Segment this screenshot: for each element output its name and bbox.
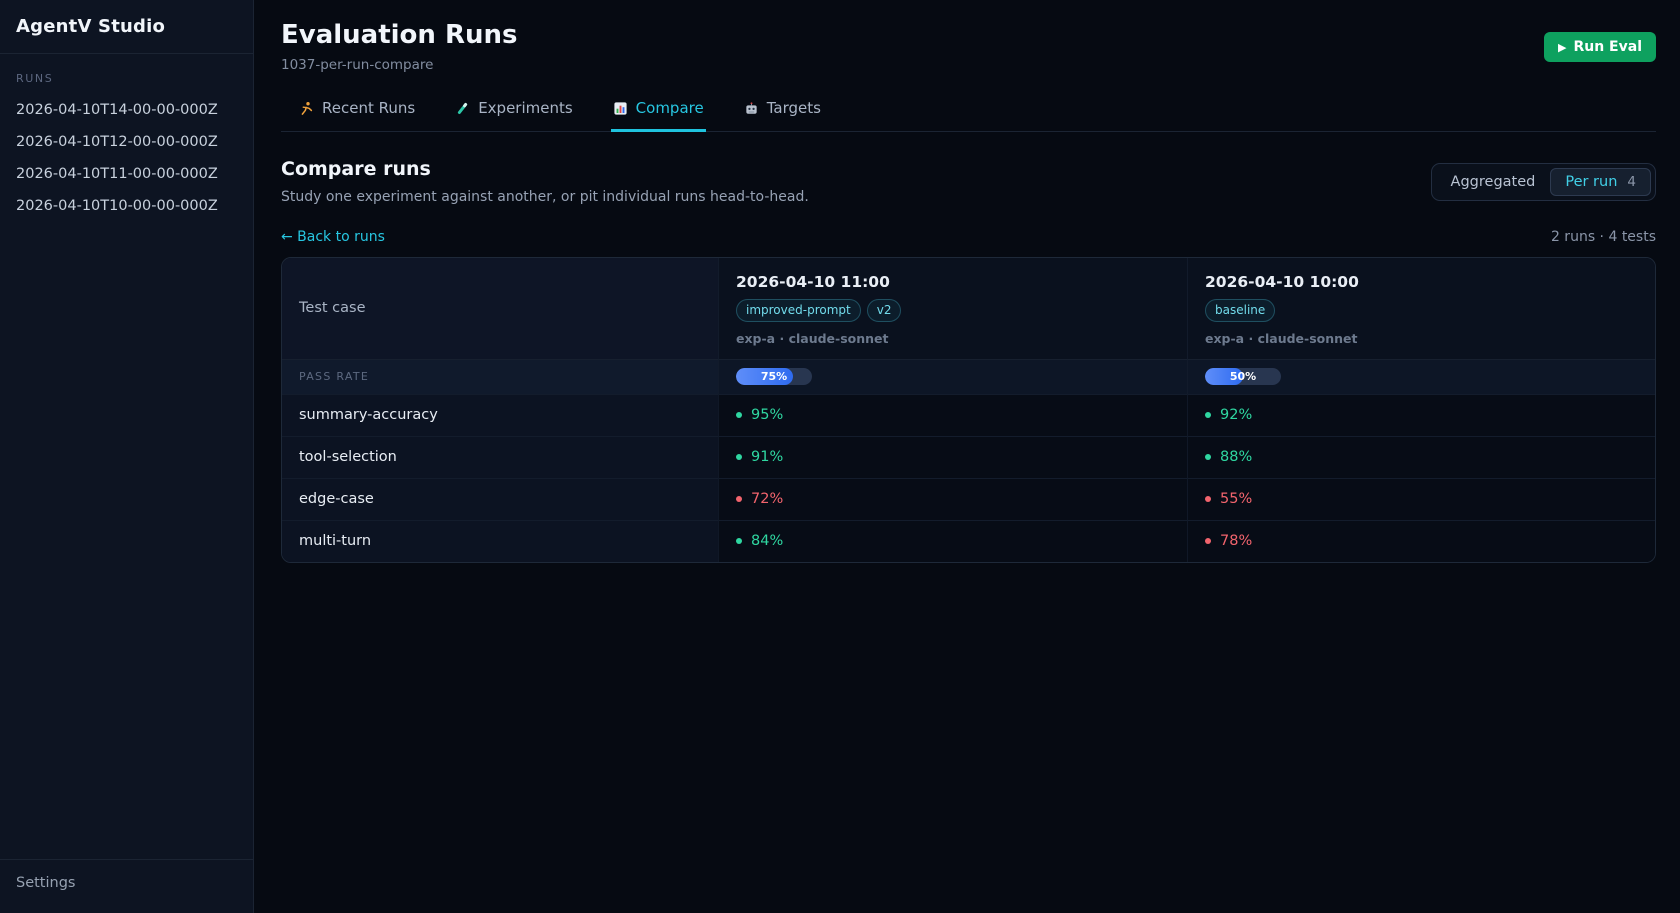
- compare-table: Test case 2026-04-10 11:00 improved-prom…: [281, 257, 1656, 563]
- test-result-value: 78%: [1220, 533, 1252, 549]
- toggle-per-run-label: Per run: [1565, 174, 1617, 190]
- status-dot-icon: [736, 454, 742, 460]
- app-root: AgentV Studio RUNS 2026-04-10T14-00-00-0…: [0, 0, 1680, 913]
- page-title: Evaluation Runs: [281, 20, 518, 50]
- status-dot-icon: [1205, 496, 1211, 502]
- run-model: exp-a · claude-sonnet: [736, 331, 1170, 346]
- sidebar-runs-nav: RUNS 2026-04-10T14-00-00-000Z 2026-04-10…: [0, 54, 253, 859]
- compare-title: Compare runs: [281, 158, 809, 180]
- pass-rate-cell: 50%: [1187, 359, 1655, 394]
- run-model: exp-a · claude-sonnet: [1205, 331, 1638, 346]
- sidebar-run-item[interactable]: 2026-04-10T14-00-00-000Z: [16, 100, 237, 120]
- toggle-aggregated[interactable]: Aggregated: [1436, 168, 1551, 196]
- pass-rate-bar: 75%: [736, 368, 812, 385]
- pass-rate-value: 50%: [1205, 368, 1281, 385]
- app-title: AgentV Studio: [16, 16, 237, 37]
- view-mode-toggle: Aggregated Per run 4: [1431, 163, 1656, 201]
- tab-label: Targets: [767, 99, 821, 117]
- run-badge: v2: [867, 299, 902, 322]
- status-dot-icon: [1205, 538, 1211, 544]
- tab-recent-runs[interactable]: Recent Runs: [297, 97, 417, 132]
- pass-rate-value: 75%: [736, 368, 812, 385]
- tab-label: Experiments: [478, 99, 572, 117]
- test-result-value: 95%: [751, 407, 783, 423]
- runner-icon: [299, 101, 314, 116]
- test-result-cell: 88%: [1187, 436, 1655, 478]
- play-icon: ▶: [1558, 42, 1566, 53]
- test-case-name: tool-selection: [282, 436, 718, 478]
- run-badges: baseline: [1205, 299, 1638, 322]
- run-badge: improved-prompt: [736, 299, 861, 322]
- pass-rate-cell: 75%: [718, 359, 1187, 394]
- run-badges: improved-prompt v2: [736, 299, 1170, 322]
- page-header: Evaluation Runs 1037-per-run-compare ▶ R…: [281, 20, 1656, 73]
- sidebar-header: AgentV Studio: [0, 0, 253, 54]
- toggle-count-badge: 4: [1627, 174, 1636, 190]
- status-dot-icon: [736, 412, 742, 418]
- page-subtitle: 1037-per-run-compare: [281, 57, 518, 73]
- status-dot-icon: [1205, 454, 1211, 460]
- settings-link[interactable]: Settings: [16, 875, 237, 891]
- test-result-cell: 91%: [718, 436, 1187, 478]
- test-result-cell: 72%: [718, 478, 1187, 520]
- test-result-cell: 55%: [1187, 478, 1655, 520]
- test-case-name: edge-case: [282, 478, 718, 520]
- status-dot-icon: [1205, 412, 1211, 418]
- main-content: Evaluation Runs 1037-per-run-compare ▶ R…: [254, 0, 1680, 913]
- runs-tests-meta: 2 runs · 4 tests: [1551, 229, 1656, 245]
- tab-label: Compare: [636, 99, 704, 117]
- pass-rate-label: PASS RATE: [282, 359, 718, 394]
- test-result-value: 55%: [1220, 491, 1252, 507]
- run-column-header: 2026-04-10 11:00 improved-prompt v2 exp-…: [718, 258, 1187, 359]
- sidebar: AgentV Studio RUNS 2026-04-10T14-00-00-0…: [0, 0, 254, 913]
- back-to-runs-link[interactable]: ← Back to runs: [281, 229, 385, 245]
- test-result-cell: 78%: [1187, 520, 1655, 562]
- run-column-header: 2026-04-10 10:00 baseline exp-a · claude…: [1187, 258, 1655, 359]
- tab-experiments[interactable]: Experiments: [453, 97, 574, 132]
- compare-description: Study one experiment against another, or…: [281, 189, 809, 205]
- status-dot-icon: [736, 496, 742, 502]
- run-eval-button[interactable]: ▶ Run Eval: [1544, 32, 1656, 62]
- test-result-value: 88%: [1220, 449, 1252, 465]
- tab-targets[interactable]: Targets: [742, 97, 823, 132]
- tab-bar: Recent Runs Experiments Compare Targets: [281, 97, 1656, 132]
- test-case-header: Test case: [282, 258, 718, 359]
- test-result-value: 72%: [751, 491, 783, 507]
- sidebar-run-item[interactable]: 2026-04-10T11-00-00-000Z: [16, 164, 237, 184]
- run-timestamp: 2026-04-10 11:00: [736, 273, 1170, 291]
- test-result-value: 92%: [1220, 407, 1252, 423]
- tab-compare[interactable]: Compare: [611, 97, 706, 132]
- test-result-cell: 95%: [718, 394, 1187, 436]
- test-case-name: summary-accuracy: [282, 394, 718, 436]
- sidebar-run-item[interactable]: 2026-04-10T12-00-00-000Z: [16, 132, 237, 152]
- sidebar-run-item[interactable]: 2026-04-10T10-00-00-000Z: [16, 196, 237, 216]
- tab-label: Recent Runs: [322, 99, 415, 117]
- robot-icon: [744, 101, 759, 116]
- run-eval-label: Run Eval: [1573, 39, 1642, 55]
- table-toolbar: ← Back to runs 2 runs · 4 tests: [281, 229, 1656, 245]
- sidebar-footer: Settings: [0, 859, 253, 913]
- test-result-cell: 92%: [1187, 394, 1655, 436]
- test-tube-icon: [455, 101, 470, 116]
- toggle-per-run[interactable]: Per run 4: [1550, 168, 1651, 196]
- test-result-cell: 84%: [718, 520, 1187, 562]
- bar-chart-icon: [613, 101, 628, 116]
- run-timestamp: 2026-04-10 10:00: [1205, 273, 1638, 291]
- test-result-value: 84%: [751, 533, 783, 549]
- run-badge: baseline: [1205, 299, 1275, 322]
- test-case-name: multi-turn: [282, 520, 718, 562]
- pass-rate-bar: 50%: [1205, 368, 1281, 385]
- compare-section-header: Compare runs Study one experiment agains…: [281, 158, 1656, 205]
- runs-section-label: RUNS: [16, 72, 237, 85]
- test-result-value: 91%: [751, 449, 783, 465]
- status-dot-icon: [736, 538, 742, 544]
